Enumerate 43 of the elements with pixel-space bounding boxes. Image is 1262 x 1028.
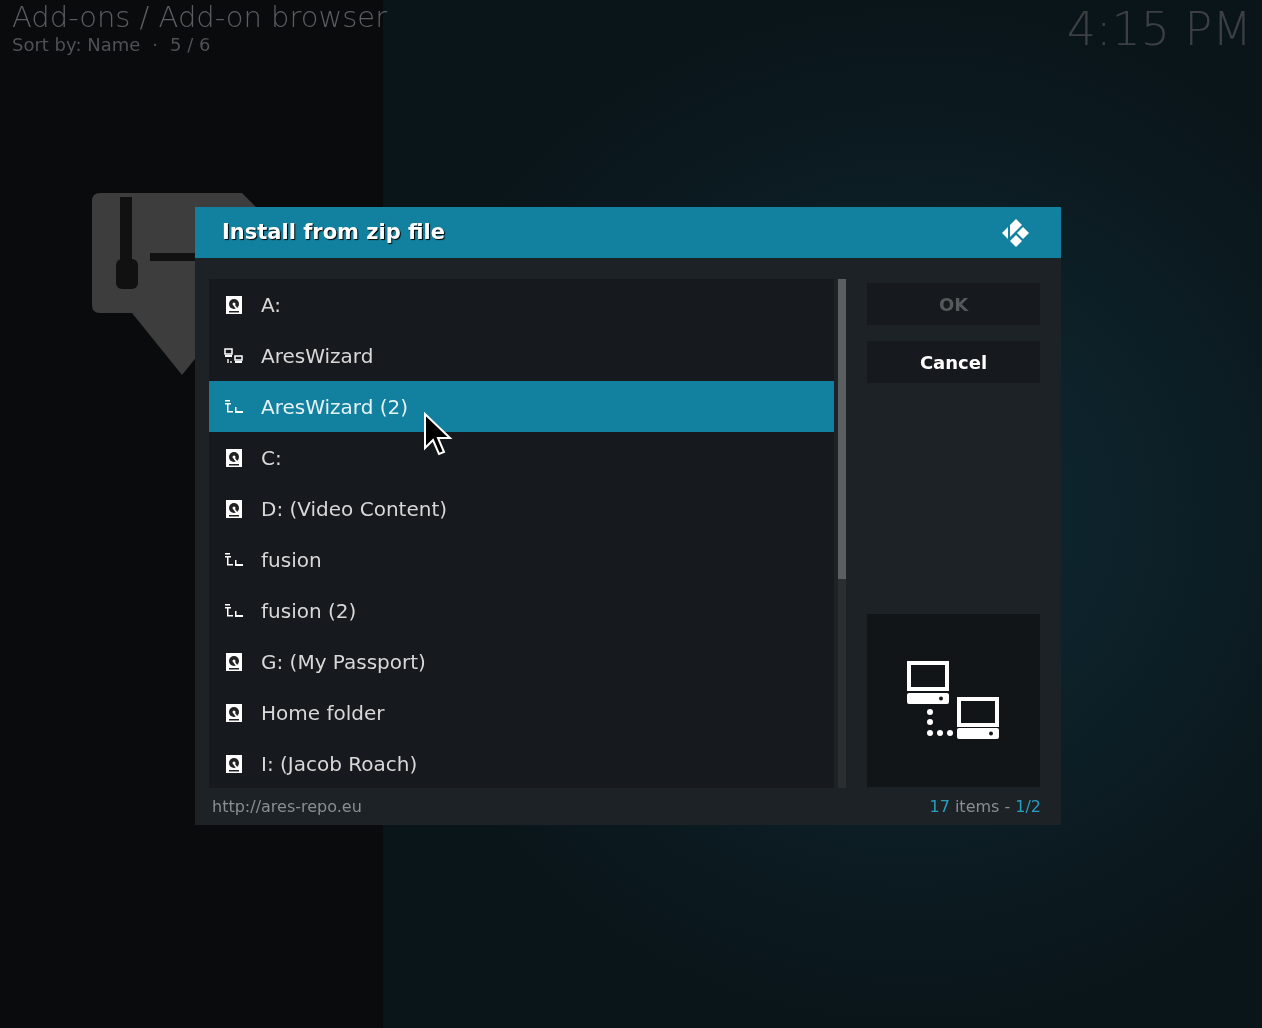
network-computers-icon [906, 660, 1001, 741]
item-label: fusion [261, 546, 322, 574]
item-label: D: (Video Content) [261, 495, 448, 523]
source-list-item[interactable]: Home folder [209, 687, 834, 738]
hard-drive-icon [226, 499, 242, 518]
network-computers-icon [224, 347, 244, 364]
source-list-item[interactable]: D: (Video Content) [209, 483, 834, 534]
hard-drive-icon [226, 295, 242, 314]
page-indicator: 1/2 [1015, 795, 1041, 818]
source-path: http://ares-repo.eu [212, 795, 362, 818]
source-list-item[interactable]: fusion (2) [209, 585, 834, 636]
source-list-item[interactable]: G: (My Passport) [209, 636, 834, 687]
item-label: AresWizard (2) [261, 393, 409, 421]
item-label: Home folder [261, 699, 385, 727]
network-share-icon [224, 551, 244, 568]
network-share-icon [224, 602, 244, 619]
network-share-icon [224, 398, 244, 415]
item-count: 17 [929, 795, 950, 818]
items-label: items - [954, 795, 1011, 818]
source-list-item[interactable]: I: (Jacob Roach) [209, 738, 834, 789]
hard-drive-icon [226, 448, 242, 467]
item-label: C: [261, 444, 282, 472]
item-position: 5 / 6 [170, 34, 211, 56]
separator-dot: · [152, 34, 158, 56]
page-title: Add-ons / Add-on browser [12, 0, 388, 34]
item-label: G: (My Passport) [261, 648, 426, 676]
hard-drive-icon [226, 703, 242, 722]
item-label: A: [261, 291, 282, 319]
source-list-item[interactable]: AresWizard [209, 330, 834, 381]
mouse-pointer-icon [423, 412, 453, 458]
dialog-button[interactable]: Cancel [867, 341, 1040, 383]
dialog-title: Install from zip file [222, 218, 446, 246]
scrollbar-thumb[interactable] [838, 279, 846, 579]
hard-drive-icon [226, 754, 242, 773]
source-list-item[interactable]: A: [209, 279, 834, 330]
source-list-item[interactable]: C: [209, 432, 834, 483]
source-list-item[interactable]: fusion [209, 534, 834, 585]
sort-label: Sort by: Name [12, 34, 141, 56]
item-label: AresWizard [261, 342, 374, 370]
item-label: fusion (2) [261, 597, 357, 625]
item-label: I: (Jacob Roach) [261, 750, 418, 778]
source-list-item[interactable]: AresWizard (2) [209, 381, 834, 432]
hard-drive-icon [226, 652, 242, 671]
